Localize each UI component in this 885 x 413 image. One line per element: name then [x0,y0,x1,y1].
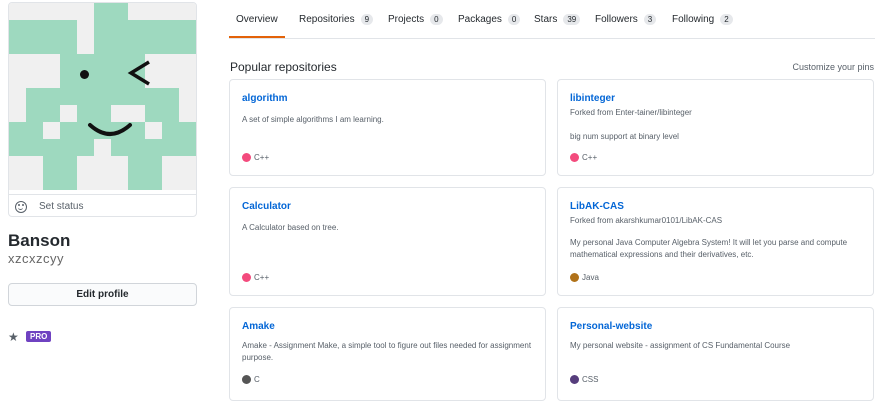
repo-card: Personal-website My personal website - a… [557,307,874,401]
star-icon: ★ [8,330,19,344]
avatar[interactable] [9,3,196,190]
tab-overview[interactable]: Overview [236,14,278,25]
tab-projects[interactable]: Projects 0 [388,14,443,25]
tab-followers[interactable]: Followers 3 [595,14,657,25]
repo-description: My personal Java Computer Algebra System… [570,238,848,259]
repo-link[interactable]: Calculator [242,201,291,212]
profile-login: xzcxzcyy [8,251,64,266]
pro-badge: PRO [26,331,52,342]
fork-source: Forked from akarshkumar0101/LibAK-CAS [570,216,723,225]
language-label: C++ [254,153,270,162]
tab-label: Overview [236,14,278,25]
tab-stars[interactable]: Stars 39 [534,14,581,25]
tab-count: 39 [563,14,581,25]
repo-link[interactable]: Personal-website [570,321,652,332]
repo-language: C++ [242,273,269,282]
tab-count: 3 [643,14,657,25]
repo-description: big num support at binary level [570,132,679,141]
repo-description: My personal website - assignment of CS F… [570,341,791,350]
profile-name: Banson [8,231,71,250]
tab-count: 2 [720,14,733,25]
language-color-dot [570,153,579,162]
repo-link[interactable]: libinteger [570,93,615,104]
fork-source: Forked from Enter-tainer/libinteger [570,108,692,117]
active-tab-indicator [229,36,285,38]
tab-label: Following [672,14,715,25]
repo-language: CSS [570,375,598,384]
avatar-card: Set status [8,2,197,217]
tab-label: Followers [595,14,638,25]
repo-card: Amake Amake - Assignment Make, a simple … [229,307,546,401]
tab-count: 9 [360,14,374,25]
set-status-button[interactable]: Set status [9,194,196,216]
popular-repositories-heading: Popular repositories [230,60,337,74]
tab-packages[interactable]: Packages 0 [458,14,521,25]
repo-language: Java [570,273,599,282]
repo-description: Amake - Assignment Make, a simple tool t… [242,341,532,362]
smiley-icon [15,200,27,213]
repo-description: A set of simple algorithms I am learning… [242,115,384,124]
repo-description: A Calculator based on tree. [242,223,339,232]
language-label: CSS [582,375,599,384]
repo-link[interactable]: LibAK-CAS [570,201,624,212]
language-label: C++ [582,153,598,162]
tab-label: Packages [458,14,502,25]
customize-pins-link[interactable]: Customize your pins [792,62,874,72]
tab-repositories[interactable]: Repositories 9 [299,14,374,25]
profile-tabs: Overview Repositories 9 Projects 0 Packa… [229,0,875,39]
repo-card: LibAK-CAS Forked from akarshkumar0101/Li… [557,187,874,296]
repo-card: algorithm A set of simple algorithms I a… [229,79,546,176]
tab-following[interactable]: Following 2 [672,14,733,25]
edit-profile-button[interactable]: Edit profile [8,283,197,306]
repo-card: libinteger Forked from Enter-tainer/libi… [557,79,874,176]
tab-count: 0 [507,14,521,25]
repo-language: C [242,375,260,384]
language-label: C++ [254,273,270,282]
tab-label: Stars [534,14,558,25]
language-color-dot [570,273,579,282]
language-color-dot [242,273,251,282]
repo-link[interactable]: algorithm [242,93,288,104]
repo-language: C++ [242,153,269,162]
language-label: C [254,375,260,384]
repo-link[interactable]: Amake [242,321,275,332]
avatar-wink [127,60,150,86]
tab-count: 0 [430,14,443,25]
tab-label: Repositories [299,14,355,25]
repo-card: Calculator A Calculator based on tree. C… [229,187,546,296]
language-label: Java [582,273,599,282]
language-color-dot [242,375,251,384]
avatar-eye [80,70,89,79]
set-status-label: Set status [39,201,84,212]
language-color-dot [242,153,251,162]
repo-language: C++ [570,153,597,162]
avatar-mouth [88,123,132,136]
language-color-dot [570,375,579,384]
tab-label: Projects [388,14,425,25]
